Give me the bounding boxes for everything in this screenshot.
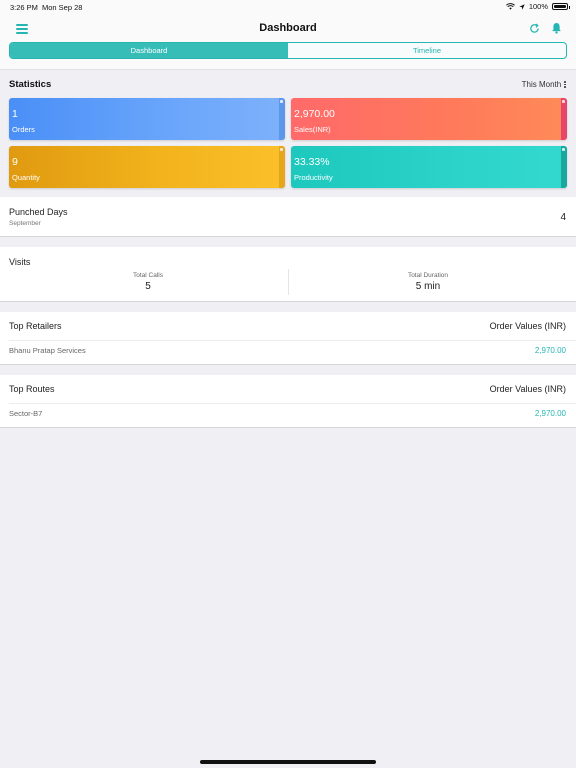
visits-title: Visits [9,257,31,267]
card-edge [561,98,567,140]
status-bar: 3:26 PM Mon Sep 28 100% [0,0,576,14]
divider [9,403,576,404]
divider [9,340,576,341]
top-retailers-panel: Top Retailers Order Values (INR) Bhanu P… [0,312,576,365]
view-segmented-control: Dashboard Timeline [9,42,567,59]
total-duration-label: Total Duration [407,272,449,279]
route-name[interactable]: Sector-B7 [9,409,42,418]
more-vertical-icon [564,80,566,89]
statistics-header: Statistics This Month [0,71,576,98]
bell-icon[interactable] [551,22,562,34]
card-edge [279,146,285,188]
quantity-label: Quantity [12,173,40,182]
punched-days-month: September [9,220,41,227]
route-order-value: 2,970.00 [534,409,566,418]
period-filter-button[interactable]: This Month [522,80,566,89]
location-arrow-icon [519,3,525,10]
top-retailers-title: Top Retailers [9,321,62,331]
sales-card[interactable]: 2,970.00 Sales(INR) [291,98,567,140]
home-indicator[interactable] [200,760,376,764]
statistics-title: Statistics [9,79,52,90]
total-calls-label: Total Calls [133,272,163,279]
productivity-card[interactable]: 33.33% Productivity [291,146,567,188]
orders-card[interactable]: 1 Orders [9,98,285,140]
card-corner-mark [280,100,283,103]
status-indicators: 100% [505,2,570,11]
orders-label: Orders [12,125,35,134]
punched-days-count: 4 [560,212,566,223]
tab-timeline[interactable]: Timeline [288,43,566,58]
wifi-icon [505,3,515,10]
visits-panel: Visits Total Calls 5 Total Duration 5 mi… [0,247,576,302]
retailer-name[interactable]: Bhanu Pratap Services [9,346,86,355]
top-routes-title: Top Routes [9,384,55,394]
card-corner-mark [562,100,565,103]
quantity-card[interactable]: 9 Quantity [9,146,285,188]
card-edge [279,98,285,140]
tab-dashboard[interactable]: Dashboard [10,43,288,58]
quantity-value: 9 [12,156,18,168]
navigation-bar: Dashboard Dashboard Timeline [0,14,576,70]
productivity-label: Productivity [294,173,333,182]
period-label: This Month [521,80,562,89]
total-duration-value: 5 min [415,281,441,292]
refresh-icon[interactable] [529,23,540,34]
sales-label: Sales(INR) [294,125,331,134]
battery-icon [552,3,570,10]
battery-percent: 100% [528,2,548,11]
punched-days-panel[interactable]: Punched Days September 4 [0,197,576,237]
status-time: 3:26 PM [10,3,38,12]
retailer-order-value: 2,970.00 [534,346,566,355]
status-date: Mon Sep 28 [42,3,83,12]
total-calls-value: 5 [145,281,151,292]
sales-value: 2,970.00 [294,108,335,120]
card-corner-mark [562,148,565,151]
punched-days-title: Punched Days [9,207,68,217]
orders-value: 1 [12,108,18,120]
order-values-header: Order Values (INR) [489,384,566,394]
top-routes-panel: Top Routes Order Values (INR) Sector-B7 … [0,375,576,428]
card-corner-mark [280,148,283,151]
order-values-header: Order Values (INR) [489,321,566,331]
productivity-value: 33.33% [294,156,330,168]
card-edge [561,146,567,188]
page-title: Dashboard [259,22,317,34]
total-calls-stat: Total Calls 5 [4,272,292,292]
total-duration-stat: Total Duration 5 min [284,272,572,292]
